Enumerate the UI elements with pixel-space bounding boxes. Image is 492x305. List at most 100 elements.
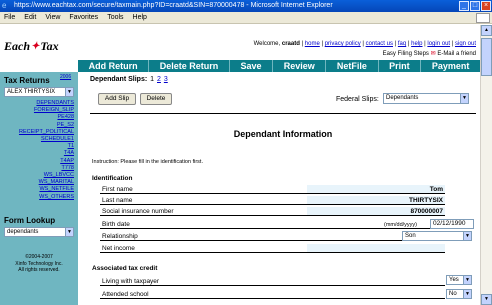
identification-heading: Identification bbox=[92, 175, 133, 182]
menu-file[interactable]: File bbox=[4, 14, 15, 21]
sin-input[interactable]: 870000007 bbox=[410, 207, 443, 216]
site-header: Each ✦ Tax Welcome, craatd | home | priv… bbox=[0, 25, 480, 61]
site-logo[interactable]: Each ✦ Tax bbox=[4, 39, 59, 54]
link-help[interactable]: help bbox=[411, 41, 422, 47]
maximize-button[interactable]: □ bbox=[470, 1, 480, 11]
birth-date-input[interactable]: 02/12/1990 bbox=[430, 219, 474, 229]
menu-view[interactable]: View bbox=[45, 14, 60, 21]
nav-payment[interactable]: Payment bbox=[420, 60, 480, 72]
sidebar-link-pe428[interactable]: PE428 bbox=[0, 114, 74, 121]
menu-edit[interactable]: Edit bbox=[24, 14, 36, 21]
slip-page-3[interactable]: 3 bbox=[164, 76, 168, 83]
field-net-income: Net income bbox=[100, 244, 445, 253]
tax-year-link[interactable]: 2006 bbox=[60, 74, 71, 80]
minimize-button[interactable]: _ bbox=[459, 1, 469, 11]
add-slip-button[interactable]: Add Slip bbox=[98, 93, 136, 105]
return-select[interactable]: ALEX THIRTYSIX ▼ bbox=[4, 87, 74, 97]
form-lookup-select[interactable]: dependants ▼ bbox=[4, 227, 74, 237]
sidebar-link-ws-netfile[interactable]: WS_NETFILE bbox=[0, 186, 74, 193]
form-links: DEPENDANTS FOREIGN_SLIP PE428 PE_S2 RECE… bbox=[0, 100, 74, 201]
chevron-down-icon: ▼ bbox=[460, 94, 468, 103]
nav-netfile[interactable]: NetFile bbox=[325, 60, 377, 72]
attended-school-select[interactable]: No ▼ bbox=[446, 289, 472, 299]
field-living-with-taxpayer: Living with taxpayer bbox=[100, 277, 445, 286]
username: craatd bbox=[281, 41, 300, 47]
relationship-label: Relationship bbox=[102, 233, 138, 240]
email-a-friend[interactable]: E-Mail a friend bbox=[437, 51, 476, 57]
nav-delete-return[interactable]: Delete Return bbox=[148, 60, 229, 72]
link-sign-out[interactable]: sign out bbox=[455, 41, 476, 47]
field-first-name: First name Tom bbox=[100, 185, 445, 194]
close-button[interactable]: × bbox=[481, 1, 491, 11]
first-name-label: First name bbox=[102, 186, 133, 193]
link-contact-us[interactable]: contact us bbox=[366, 41, 393, 47]
windows-logo-icon bbox=[476, 13, 490, 23]
vertical-scrollbar[interactable]: ▲ ▼ bbox=[480, 25, 492, 305]
link-home[interactable]: home bbox=[305, 41, 320, 47]
field-last-name: Last name THIRTYSIX bbox=[100, 196, 445, 205]
field-attended-school: Attended school bbox=[100, 290, 445, 299]
nav-save[interactable]: Save bbox=[228, 60, 272, 72]
chevron-down-icon: ▼ bbox=[463, 276, 471, 284]
dependant-slips: Dependant Slips: 1 2 3 bbox=[90, 76, 168, 83]
attended-school-label: Attended school bbox=[102, 291, 149, 298]
first-name-input[interactable]: Tom bbox=[430, 185, 443, 194]
link-login-out[interactable]: login out bbox=[427, 41, 450, 47]
return-select-value: ALEX THIRTYSIX bbox=[7, 89, 56, 95]
slip-page-1[interactable]: 1 bbox=[150, 76, 154, 83]
nav-add-return[interactable]: Add Return bbox=[78, 60, 148, 72]
living-with-taxpayer-value: Yes bbox=[449, 277, 459, 283]
sidebar-link-t4ap[interactable]: T4AP bbox=[0, 158, 74, 165]
living-with-taxpayer-select[interactable]: Yes ▼ bbox=[446, 275, 472, 285]
main-content: Dependant Slips: 1 2 3 Add Slip Delete F… bbox=[90, 74, 476, 305]
sidebar-link-dependants[interactable]: DEPENDANTS bbox=[0, 100, 74, 107]
attended-school-value: No bbox=[449, 291, 457, 297]
relationship-select[interactable]: Son ▼ bbox=[402, 231, 472, 241]
envelope-icon: ✉ bbox=[430, 51, 436, 57]
living-with-taxpayer-label: Living with taxpayer bbox=[102, 278, 160, 285]
slips-label: Dependant Slips: bbox=[90, 76, 148, 83]
field-sin: Social insurance number 870000007 bbox=[100, 207, 445, 216]
sidebar: Tax Returns 2006 ALEX THIRTYSIX ▼ DEPEND… bbox=[0, 72, 78, 305]
delete-slip-button[interactable]: Delete bbox=[140, 93, 172, 105]
internet-explorer-icon: e bbox=[2, 1, 7, 10]
chevron-down-icon: ▼ bbox=[65, 228, 73, 236]
copyright: ©2004-2007 Xinfo Technology Inc. All rig… bbox=[0, 254, 78, 274]
sidebar-link-t4a[interactable]: T4A bbox=[0, 150, 74, 157]
menu-tools[interactable]: Tools bbox=[107, 14, 123, 21]
nav-review[interactable]: Review bbox=[272, 60, 325, 72]
sidebar-link-receipt-political[interactable]: RECEIPT_POLITICAL bbox=[0, 129, 74, 136]
link-faq[interactable]: faq bbox=[398, 41, 406, 47]
sidebar-link-t1[interactable]: T1 bbox=[0, 143, 74, 150]
sin-label: Social insurance number bbox=[102, 208, 174, 215]
sidebar-link-ws-others[interactable]: WS_OTHERS bbox=[0, 194, 74, 201]
divider bbox=[90, 113, 476, 114]
scroll-up-icon[interactable]: ▲ bbox=[481, 25, 492, 36]
last-name-input[interactable]: THIRTYSIX bbox=[409, 196, 443, 205]
menu-help[interactable]: Help bbox=[133, 14, 147, 21]
section-title: Dependant Information bbox=[233, 129, 333, 139]
chevron-down-icon: ▼ bbox=[463, 232, 471, 240]
link-privacy-policy[interactable]: privacy policy bbox=[325, 41, 361, 47]
maple-leaf-icon: ✦ bbox=[31, 41, 40, 52]
copyright-line: All rights reserved. bbox=[18, 267, 60, 273]
relationship-value: Son bbox=[405, 233, 416, 239]
scrollbar-thumb[interactable] bbox=[481, 38, 492, 76]
sidebar-link-ws-marital[interactable]: WS_MARITAL bbox=[0, 179, 74, 186]
sidebar-link-pe-s2[interactable]: PE_S2 bbox=[0, 122, 74, 129]
field-relationship: Relationship bbox=[100, 232, 445, 241]
easy-filing-bar: Easy Filing Steps ✉ E-Mail a friend bbox=[383, 50, 476, 57]
menu-favorites[interactable]: Favorites bbox=[69, 14, 98, 21]
nav-print[interactable]: Print bbox=[377, 60, 421, 72]
sidebar-link-foreign-slip[interactable]: FOREIGN_SLIP bbox=[0, 107, 74, 114]
sidebar-link-schedule1[interactable]: SCHEDULE1 bbox=[0, 136, 74, 143]
associated-tax-credit-heading: Associated tax credit bbox=[92, 265, 158, 272]
easy-filing-steps[interactable]: Easy Filing Steps bbox=[383, 51, 429, 57]
welcome-bar: Welcome, craatd | home | privacy policy … bbox=[253, 41, 476, 47]
sidebar-link-ws-lbvcc[interactable]: WS_LBVCC bbox=[0, 172, 74, 179]
main-nav: Add Return Delete Return Save Review Net… bbox=[78, 60, 480, 72]
slip-page-2[interactable]: 2 bbox=[157, 76, 161, 83]
scroll-down-icon[interactable]: ▼ bbox=[481, 294, 492, 305]
federal-slips-select[interactable]: Dependants ▼ bbox=[383, 93, 469, 104]
sidebar-link-t778[interactable]: T778 bbox=[0, 165, 74, 172]
